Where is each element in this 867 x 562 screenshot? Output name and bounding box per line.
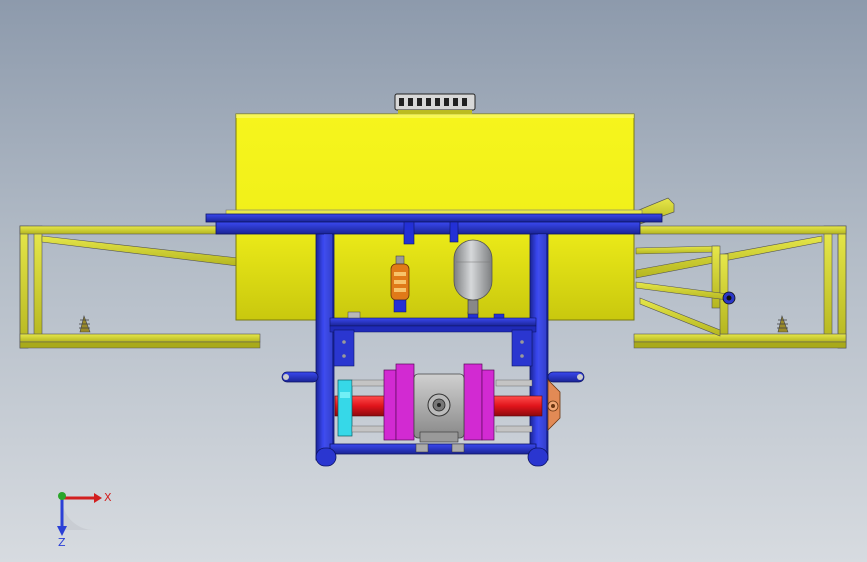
spring-icon [79, 314, 91, 333]
filler-cap-icon[interactable] [394, 93, 476, 114]
sprayer-assembly-model[interactable] [0, 0, 867, 562]
tank[interactable] [225, 93, 643, 321]
z-axis-label: Z [58, 536, 66, 549]
coordinate-triad: X Z [57, 491, 112, 549]
triad-plane-icon [62, 498, 94, 530]
pump-assembly[interactable] [334, 363, 561, 453]
x-axis-label: X [104, 491, 112, 504]
left-boom[interactable] [19, 225, 261, 349]
right-boom[interactable] [633, 197, 847, 349]
spring-icon [777, 314, 789, 333]
y-axis-arrow-icon [58, 492, 66, 500]
cad-viewport[interactable]: X Z [0, 0, 867, 562]
